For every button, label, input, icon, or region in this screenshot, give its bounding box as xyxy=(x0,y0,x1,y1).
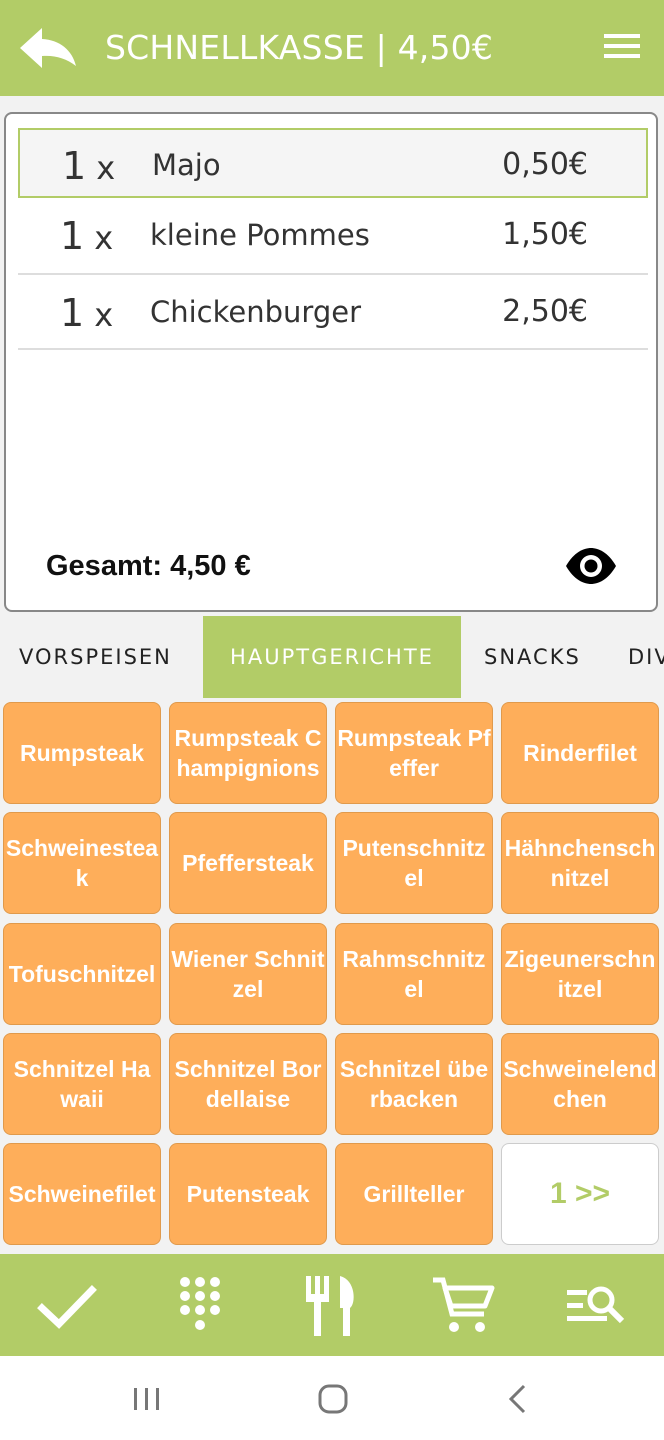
recent-apps-icon[interactable] xyxy=(132,1386,162,1417)
item-quantity: 1 xyxy=(60,214,85,258)
product-button[interactable]: Rahmschnitzel xyxy=(335,923,493,1025)
order-item-row[interactable]: 1x Majo 0,50€ xyxy=(18,128,648,198)
product-button[interactable]: Rumpsteak xyxy=(3,702,161,804)
product-button[interactable]: Schnitzel überbacken xyxy=(335,1033,493,1135)
item-name: Majo xyxy=(152,148,221,182)
product-button[interactable]: Schweinelendchen xyxy=(501,1033,659,1135)
item-name: kleine Pommes xyxy=(150,218,370,252)
cutlery-icon[interactable] xyxy=(298,1276,368,1336)
item-price: 0,50€ xyxy=(502,147,588,182)
product-button[interactable]: Schnitzel Bordellaise xyxy=(169,1033,327,1135)
item-price: 1,50€ xyxy=(502,217,588,252)
checkmark-icon[interactable] xyxy=(32,1276,102,1336)
order-total: Gesamt: 4,50 € xyxy=(46,550,251,582)
order-item-row[interactable]: 1x kleine Pommes 1,50€ xyxy=(18,198,648,275)
item-price: 2,50€ xyxy=(502,294,588,329)
product-button[interactable]: Rumpsteak Pfeffer xyxy=(335,702,493,804)
eye-icon[interactable] xyxy=(564,546,618,586)
tab-div[interactable]: DIV xyxy=(628,616,664,698)
product-button[interactable]: Hähnchenschnitzel xyxy=(501,812,659,914)
tab-snacks[interactable]: SNACKS xyxy=(484,616,581,698)
order-list: 1x Majo 0,50€ 1x kleine Pommes 1,50€ 1x … xyxy=(18,128,648,350)
app-header: SCHNELLKASSE | 4,50€ xyxy=(0,0,664,96)
product-button[interactable]: Zigeunerschnitzel xyxy=(501,923,659,1025)
item-multiplier: x xyxy=(94,219,114,257)
next-page-button[interactable]: 1 >> xyxy=(501,1143,659,1245)
shopping-cart-icon[interactable] xyxy=(430,1276,500,1336)
tab-hauptgerichte[interactable]: HAUPTGERICHTE xyxy=(203,616,461,698)
product-button[interactable]: Rumpsteak Champignions xyxy=(169,702,327,804)
product-button[interactable]: Schweinefilet xyxy=(3,1143,161,1245)
product-button[interactable]: Pfeffersteak xyxy=(169,812,327,914)
hamburger-menu-icon[interactable] xyxy=(604,34,640,62)
order-panel: 1x Majo 0,50€ 1x kleine Pommes 1,50€ 1x … xyxy=(4,112,658,612)
bottom-toolbar xyxy=(0,1254,664,1356)
product-button[interactable]: Schnitzel Hawaii xyxy=(3,1033,161,1135)
product-button[interactable]: Putenschnitzel xyxy=(335,812,493,914)
item-multiplier: x xyxy=(94,296,114,334)
tab-vorspeisen[interactable]: VORSPEISEN xyxy=(19,616,172,698)
product-button[interactable]: Putensteak xyxy=(169,1143,327,1245)
item-quantity: 1 xyxy=(62,144,87,188)
product-button[interactable]: Tofuschnitzel xyxy=(3,923,161,1025)
item-quantity: 1 xyxy=(60,291,85,335)
category-tabs: VORSPEISEN HAUPTGERICHTE SNACKS DIV xyxy=(0,616,664,698)
back-nav-icon[interactable] xyxy=(506,1384,530,1419)
page-title: SCHNELLKASSE | 4,50€ xyxy=(105,28,494,67)
item-name: Chickenburger xyxy=(150,295,361,329)
home-icon[interactable] xyxy=(318,1384,348,1419)
list-search-icon[interactable] xyxy=(562,1276,632,1336)
dialpad-icon[interactable] xyxy=(166,1276,236,1336)
product-button[interactable]: Rinderfilet xyxy=(501,702,659,804)
product-button[interactable]: Grillteller xyxy=(335,1143,493,1245)
product-button[interactable]: Wiener Schnitzel xyxy=(169,923,327,1025)
order-item-row[interactable]: 1x Chickenburger 2,50€ xyxy=(18,275,648,350)
system-navigation-bar xyxy=(0,1356,664,1440)
product-button[interactable]: Schweinesteak xyxy=(3,812,161,914)
item-multiplier: x xyxy=(96,149,116,187)
back-arrow-icon[interactable] xyxy=(18,24,78,74)
